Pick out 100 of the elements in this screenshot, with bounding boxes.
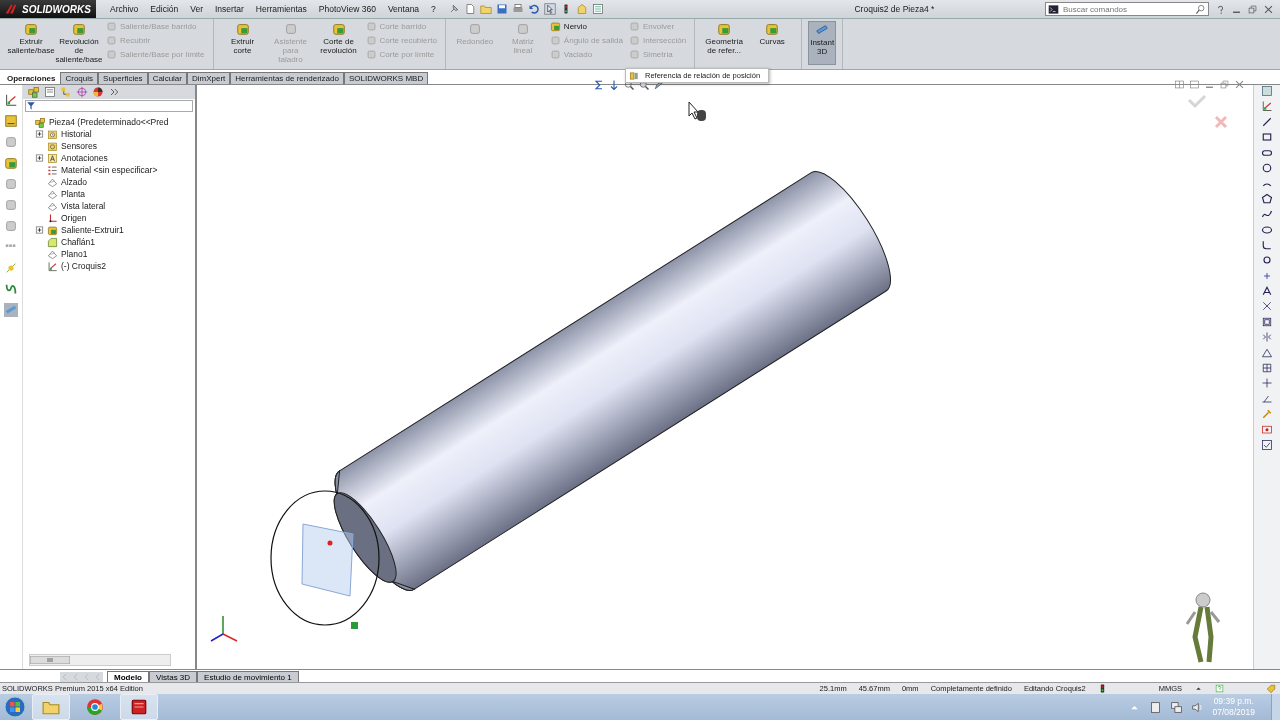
search-icon[interactable] bbox=[1195, 3, 1206, 15]
command-tab[interactable]: Calcular bbox=[147, 72, 187, 84]
open-folder-icon[interactable] bbox=[479, 3, 492, 15]
app-logo-icon bbox=[130, 698, 148, 716]
tree-item[interactable]: Alzado bbox=[61, 177, 87, 187]
split-view-icon[interactable] bbox=[1189, 79, 1200, 90]
speaker-icon[interactable] bbox=[1191, 700, 1205, 714]
grid-icon[interactable] bbox=[1261, 362, 1273, 375]
command-tab[interactable]: Herramientas de renderizado bbox=[230, 72, 344, 84]
sketch-icon[interactable] bbox=[4, 93, 18, 107]
offset-icon[interactable] bbox=[1261, 315, 1273, 328]
extrude-icon[interactable] bbox=[4, 156, 18, 170]
cad-app-button[interactable] bbox=[120, 694, 158, 720]
tree-item[interactable]: Origen bbox=[61, 213, 87, 223]
save-icon[interactable] bbox=[495, 3, 508, 15]
property-icon[interactable] bbox=[43, 86, 57, 98]
command-button[interactable]: Extruir saliente/base bbox=[8, 21, 54, 56]
ellipse-icon[interactable] bbox=[1261, 223, 1273, 236]
tree-item[interactable]: Chaflán1 bbox=[61, 237, 96, 247]
command-button[interactable]: Extruir corte bbox=[219, 21, 266, 56]
polygon-icon[interactable] bbox=[1261, 192, 1273, 205]
resources-icon[interactable] bbox=[1261, 85, 1273, 97]
plane-icon bbox=[47, 176, 58, 188]
menu-item[interactable]: Edición bbox=[144, 4, 185, 14]
pointer-icon[interactable] bbox=[543, 3, 556, 15]
configuration-icon[interactable] bbox=[59, 86, 73, 98]
curve-icon[interactable] bbox=[4, 282, 18, 296]
square-icon[interactable] bbox=[4, 219, 18, 233]
feature-tree-icon[interactable] bbox=[27, 86, 41, 98]
tree-item[interactable]: Anotaciones bbox=[61, 153, 108, 163]
instant-3d-toggle[interactable]: Instant 3D bbox=[808, 21, 837, 65]
display-icon[interactable] bbox=[1261, 423, 1273, 436]
tree-item[interactable]: Planta bbox=[61, 189, 86, 199]
app-name: SOLIDWORKS bbox=[22, 3, 91, 15]
tree-item[interactable]: Material <sin especificar> bbox=[61, 165, 158, 175]
tree-item[interactable]: Saliente-Extruir1 bbox=[61, 225, 124, 235]
tree-item[interactable]: Plano1 bbox=[61, 249, 88, 259]
circle-icon[interactable] bbox=[1261, 161, 1273, 174]
triangle-icon[interactable] bbox=[1261, 346, 1273, 359]
sketch-icon bbox=[47, 260, 58, 272]
list-icon[interactable] bbox=[591, 3, 604, 15]
command-button[interactable]: Corte de revolución bbox=[315, 21, 362, 56]
menu-item[interactable]: ? bbox=[425, 4, 442, 14]
scroll-bar[interactable] bbox=[29, 654, 171, 666]
menu-item[interactable]: PhotoView 360 bbox=[312, 4, 382, 14]
close-icon[interactable] bbox=[1234, 79, 1245, 90]
square-icon bbox=[467, 22, 482, 36]
start-button[interactable] bbox=[4, 696, 26, 718]
menu-item[interactable]: Ver bbox=[184, 4, 209, 14]
appearance-icon[interactable] bbox=[91, 86, 105, 98]
tree-item[interactable]: Vista lateral bbox=[61, 201, 106, 211]
expand-icon[interactable] bbox=[35, 225, 44, 235]
command-button[interactable]: Curvas bbox=[749, 21, 796, 47]
line-icon[interactable] bbox=[1261, 115, 1273, 128]
restore-icon[interactable] bbox=[1247, 3, 1258, 15]
tree-item[interactable]: Historial bbox=[61, 129, 92, 139]
split-view-icon[interactable] bbox=[1174, 79, 1185, 90]
network-icon[interactable] bbox=[1170, 700, 1184, 714]
tree-item[interactable]: (-) Croquis2 bbox=[61, 261, 106, 271]
menu-item[interactable]: Insertar bbox=[209, 4, 250, 14]
command-tab[interactable]: DimXpert bbox=[186, 72, 231, 84]
square-icon bbox=[549, 49, 561, 60]
move-icon[interactable] bbox=[1261, 377, 1273, 390]
rectangle-icon[interactable] bbox=[1261, 131, 1273, 144]
menu-item[interactable]: Ventana bbox=[381, 4, 426, 14]
command-tab[interactable]: SOLIDWORKS MBD bbox=[343, 72, 429, 84]
undo-icon[interactable] bbox=[527, 3, 540, 15]
command-tab[interactable]: Superficies bbox=[98, 72, 148, 84]
anchor-icon[interactable] bbox=[608, 79, 620, 91]
filter-field[interactable] bbox=[25, 100, 193, 112]
help-icon[interactable] bbox=[1215, 684, 1224, 693]
square-icon[interactable] bbox=[4, 177, 18, 191]
search-bar[interactable]: Buscar comandos bbox=[1045, 2, 1209, 16]
sketch-icon[interactable] bbox=[1261, 100, 1273, 113]
new-file-icon[interactable] bbox=[463, 3, 476, 15]
menu-item[interactable]: Herramientas bbox=[249, 4, 313, 14]
flag-icon[interactable] bbox=[1149, 700, 1163, 714]
smart-dimension-icon[interactable] bbox=[4, 114, 18, 128]
tag-icon[interactable] bbox=[1266, 683, 1276, 694]
scroll-thumb-icon[interactable] bbox=[30, 656, 70, 664]
print-icon[interactable] bbox=[511, 3, 524, 15]
search-field[interactable]: Buscar comandos bbox=[1063, 4, 1191, 14]
help-icon[interactable] bbox=[1215, 3, 1226, 15]
menu-item[interactable]: Archivo bbox=[104, 4, 145, 14]
command-button[interactable]: Revolución de saliente/base bbox=[56, 21, 102, 65]
tree-item[interactable]: Sensores bbox=[61, 141, 97, 151]
check-icon[interactable] bbox=[1261, 439, 1273, 451]
square-icon[interactable] bbox=[4, 198, 18, 212]
restore-icon[interactable] bbox=[1219, 79, 1230, 90]
sigma-icon[interactable] bbox=[593, 79, 605, 91]
expand-icon[interactable] bbox=[35, 153, 44, 163]
circle-icon[interactable] bbox=[1261, 254, 1273, 267]
command-tab[interactable]: Croquis bbox=[60, 72, 99, 84]
command-button[interactable]: Geometría de refer... bbox=[701, 21, 748, 56]
trim-icon[interactable] bbox=[1261, 300, 1273, 313]
expand-icon[interactable] bbox=[35, 129, 44, 139]
tree-item[interactable]: Pieza4 (Predeterminado<<Pred bbox=[49, 117, 169, 127]
command-button[interactable]: Nervio bbox=[547, 21, 625, 32]
close-icon[interactable] bbox=[1263, 3, 1274, 15]
file-explorer-button[interactable] bbox=[32, 694, 70, 720]
